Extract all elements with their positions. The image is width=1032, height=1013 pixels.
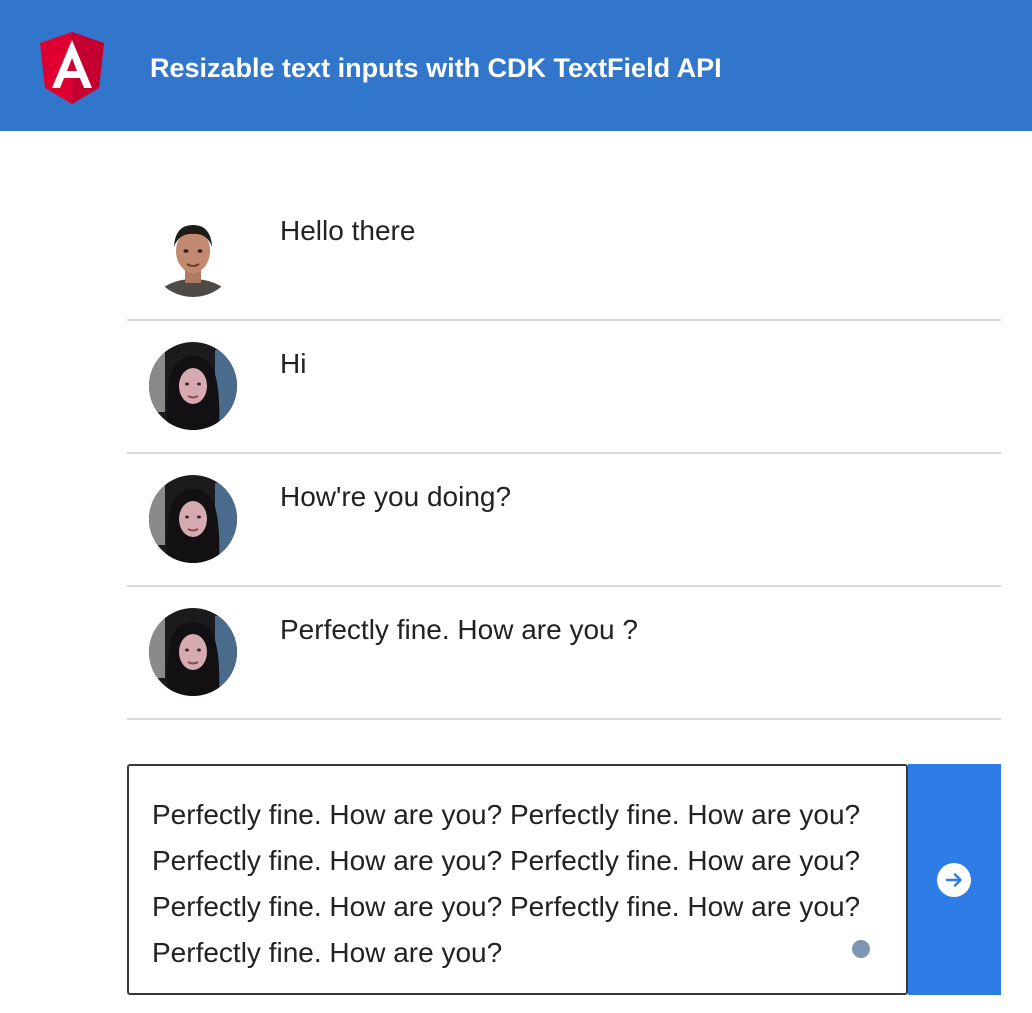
- avatar-woman-icon: [149, 608, 237, 696]
- avatar: [149, 209, 237, 297]
- avatar: [149, 342, 237, 430]
- list-item: Hi: [127, 321, 1001, 454]
- message-text: Perfectly fine. How are you ?: [280, 614, 638, 645]
- angular-logo-icon: [40, 32, 104, 104]
- app-header: Resizable text inputs with CDK TextField…: [0, 0, 1032, 131]
- list-item: How're you doing?: [127, 454, 1001, 587]
- message-text: How're you doing?: [280, 481, 512, 512]
- avatar: [149, 608, 237, 696]
- avatar: [149, 475, 237, 563]
- message-list: Hello there Hi How're you doing? Perfect…: [127, 188, 1001, 720]
- page-title: Resizable text inputs with CDK TextField…: [150, 53, 722, 83]
- message-text: Hi: [280, 348, 307, 379]
- avatar-woman-icon: [149, 342, 237, 430]
- message-text: Hello there: [280, 215, 416, 246]
- list-item: Perfectly fine. How are you ?: [127, 587, 1001, 720]
- resize-handle[interactable]: [852, 940, 870, 958]
- avatar-woman-icon: [149, 475, 237, 563]
- avatar-man-icon: [149, 209, 237, 297]
- send-button[interactable]: [908, 764, 1001, 995]
- message-composer: Perfectly fine. How are you? Perfectly f…: [127, 764, 1001, 995]
- arrow-right-circle-icon: [937, 863, 971, 897]
- list-item: Hello there: [127, 188, 1001, 321]
- message-input[interactable]: Perfectly fine. How are you? Perfectly f…: [127, 764, 908, 995]
